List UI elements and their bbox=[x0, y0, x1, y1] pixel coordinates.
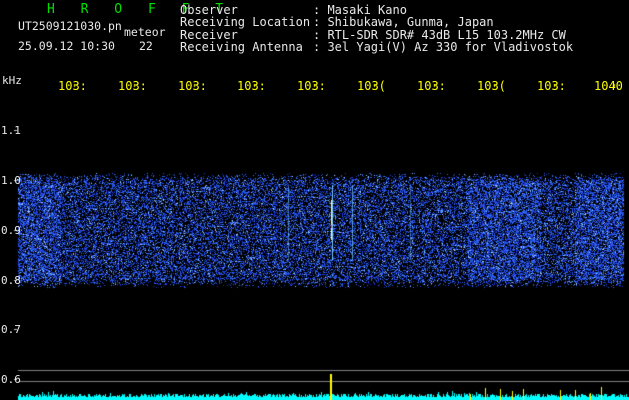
y-tick-label: 0.7 bbox=[1, 323, 21, 336]
y-tick-label: 1.0 bbox=[1, 174, 21, 187]
x-tick-label: 103: bbox=[178, 79, 207, 93]
datetime-label: 25.09.12 10:30 bbox=[18, 39, 115, 53]
x-tick-label: 103: bbox=[537, 79, 566, 93]
detection-tag: meteor bbox=[124, 25, 166, 39]
info-label: Receiving Antenna bbox=[180, 39, 303, 54]
y-tick-label: 0.8 bbox=[1, 274, 21, 287]
spectrogram-canvas bbox=[0, 0, 629, 400]
x-tick-label: 103( bbox=[357, 79, 386, 93]
x-tick-label: 103: bbox=[118, 79, 147, 93]
x-tick-label: 103: bbox=[237, 79, 266, 93]
x-tick-label: 103: bbox=[417, 79, 446, 93]
y-axis-unit: kHz bbox=[2, 74, 22, 87]
x-tick-label: 103: bbox=[297, 79, 326, 93]
x-tick-label: 1040 bbox=[594, 79, 623, 93]
y-tick-label: 0.6 bbox=[1, 373, 21, 386]
y-tick-label: 1.1 bbox=[1, 124, 21, 137]
info-label: Receiving Location bbox=[180, 15, 311, 30]
y-tick-label: 0.9 bbox=[1, 224, 21, 237]
x-tick-label: 103: bbox=[58, 79, 87, 93]
info-value: : 3el Yagi(V) Az 330 for Vladivostok bbox=[313, 39, 574, 54]
detection-count: 22 bbox=[139, 39, 153, 53]
info-row-antenna: Receiving Antenna : 3el Yagi(V) Az 330 fo… bbox=[180, 39, 574, 54]
x-tick-label: 103( bbox=[477, 79, 506, 93]
filename-label: UT2509121030.pn bbox=[18, 19, 122, 33]
station-info: Observer: Masaki Kano Receiving Location… bbox=[180, 4, 573, 53]
